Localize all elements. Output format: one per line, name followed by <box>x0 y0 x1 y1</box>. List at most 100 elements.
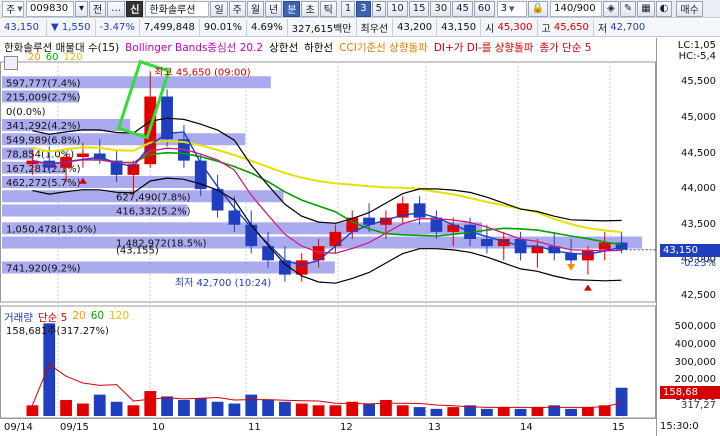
volume-profile-label: 741,920(9.2%) <box>6 264 81 275</box>
toggle-button[interactable]: ◐ <box>655 0 673 17</box>
tab-period-년[interactable]: 년 <box>265 0 283 17</box>
trade-amount: 327,615백만 <box>286 18 356 37</box>
lookup-button[interactable]: … <box>107 0 126 17</box>
high-annotation: 최고 45,650 (09:00) <box>154 67 250 79</box>
lock-icon: 🔒 <box>531 3 545 14</box>
down-arrow-icon: ▼ <box>51 22 59 33</box>
legend-item: 하한선 <box>304 42 334 54</box>
tab-minute-30[interactable]: 30 <box>430 0 452 17</box>
volume-axis-label: 200,000 <box>674 374 716 386</box>
open-price: 시 45,300 <box>480 18 536 37</box>
grid-button[interactable]: ▦ <box>637 0 655 17</box>
price-axis-label: 45,000 <box>681 111 716 123</box>
chart-settings-icon[interactable] <box>4 56 18 70</box>
volume-profile-label: 627,490(7.8%) <box>116 192 191 203</box>
volume-profile-label: 462,272(5.7%) <box>6 178 81 189</box>
buy-button[interactable]: 매수 <box>676 0 703 17</box>
price-axis-label: 45,500 <box>681 76 716 88</box>
bar-count[interactable]: 140/900 <box>550 0 603 17</box>
volume-bar <box>514 408 527 416</box>
volume-profile-label: 597,777(7.4%) <box>6 78 81 89</box>
volume-bar <box>127 405 140 416</box>
low-value: 42,700 <box>610 22 646 33</box>
tab-period-주[interactable]: 주 <box>228 0 246 17</box>
volume-bar <box>110 401 123 416</box>
main-toolbar: 주 ▼ 009830 ▾ 전 … 신 한화솔루션 일주월년분초틱 1 3 5 10 15 3… <box>0 0 720 18</box>
volume-axis-label: 300,000 <box>674 356 716 368</box>
high-price: 고 45,650 <box>536 18 593 37</box>
search-button[interactable]: ▾ <box>75 0 89 17</box>
time-axis-end: 15:30:0 <box>660 421 699 432</box>
market-select[interactable]: 주 ▼ <box>2 0 24 17</box>
tab-period-일[interactable]: 일 <box>210 0 228 17</box>
open-value: 45,300 <box>497 22 533 33</box>
pin-icon: ◈ <box>607 3 615 14</box>
tab-period-틱[interactable]: 틱 <box>319 0 337 17</box>
tab-minute-15[interactable]: 15 <box>408 0 430 17</box>
volume-bar <box>262 399 274 416</box>
time-axis-label: 14 <box>520 422 533 433</box>
legend-items: Bollinger Bands중심선 20.2 상한선 하한선 CCI기준선 상향돌파… <box>125 40 591 55</box>
price-axis-label: 44,500 <box>681 147 716 159</box>
interval-select[interactable]: 3 ▼ <box>496 0 527 17</box>
prev-button[interactable]: 전 <box>89 0 107 17</box>
candle-body <box>481 239 493 247</box>
wrench-icon: ✎ <box>623 3 633 14</box>
ma-legend-item: 20 <box>28 52 41 63</box>
volume-bar <box>279 401 291 416</box>
volume-bar <box>380 399 392 416</box>
price-axis-label: 44,000 <box>681 183 716 195</box>
best-label: 최우선 <box>355 18 393 37</box>
price-axis-label: 42,500 <box>681 290 716 301</box>
chart-area[interactable]: 597,777(7.4%) 215,009(2.7%) 0(0.0%) 341,292… <box>0 38 720 436</box>
volume-bar <box>211 401 224 416</box>
tab-minute-3[interactable]: 3 <box>356 0 371 17</box>
tab-minute-10[interactable]: 10 <box>386 0 408 17</box>
time-axis-label: 10 <box>152 422 165 433</box>
volume-bar <box>60 399 72 416</box>
volume-bar <box>565 408 577 416</box>
volume-axis-label: 400,000 <box>674 338 716 350</box>
tools-button[interactable]: ✎ <box>619 0 637 17</box>
volume-bar <box>312 405 325 416</box>
candle-body <box>565 253 577 261</box>
time-axis-label: 11 <box>248 422 261 433</box>
volume-bar <box>396 405 409 416</box>
low-annotation: 최저 42,700 (10:24) <box>175 277 271 289</box>
volume-bar <box>26 405 39 416</box>
stock-code-input[interactable]: 009830 <box>26 0 74 17</box>
tab-period-월[interactable]: 월 <box>246 0 265 17</box>
volume-bar <box>144 391 157 416</box>
time-axis: 09/14 09/15 10 11 12 13 14 15 <box>0 418 656 436</box>
volume-ma5-line <box>31 363 622 408</box>
search-icon: ▾ <box>79 3 85 14</box>
tab-minute-5[interactable]: 5 <box>371 0 386 17</box>
time-axis-label: 15 <box>612 422 625 433</box>
volume-bar <box>615 387 628 416</box>
lock-button[interactable]: 🔒 <box>527 0 549 17</box>
tab-period-분[interactable]: 분 <box>283 0 301 17</box>
best-bid: 43,150 <box>436 18 480 37</box>
pin-button[interactable]: ◈ <box>603 0 619 17</box>
current-pct: -0.23% <box>680 257 716 269</box>
open-label: 시 <box>485 24 495 35</box>
volume-bar <box>43 323 56 416</box>
buy-signal-arrow-icon <box>583 284 592 291</box>
change-value: 1,550 <box>61 22 91 33</box>
candle-body <box>329 231 342 247</box>
tab-minute-1[interactable]: 1 <box>340 0 356 17</box>
current-price: 43,150 <box>4 22 39 33</box>
tab-period-초[interactable]: 초 <box>301 0 319 17</box>
volume-bar <box>295 403 308 416</box>
volume-bar <box>582 407 594 416</box>
volume-profile-label: 341,292(4.2%) <box>6 121 81 132</box>
cci-signal-arrow-icon <box>567 263 576 271</box>
volume-profile-label: 416,332(5.2%) <box>116 207 191 218</box>
lc-tag: LC:1,05 <box>677 40 716 51</box>
change-percent: -3.47% <box>94 18 139 37</box>
chevron-down-icon: ▼ <box>17 4 23 13</box>
best-ask: 43,200 <box>392 18 436 37</box>
tab-minute-45[interactable]: 45 <box>452 0 473 17</box>
price-chart-svg[interactable]: 597,777(7.4%) 215,009(2.7%) 0(0.0%) 341,292… <box>0 38 656 436</box>
tab-minute-60[interactable]: 60 <box>473 0 495 17</box>
